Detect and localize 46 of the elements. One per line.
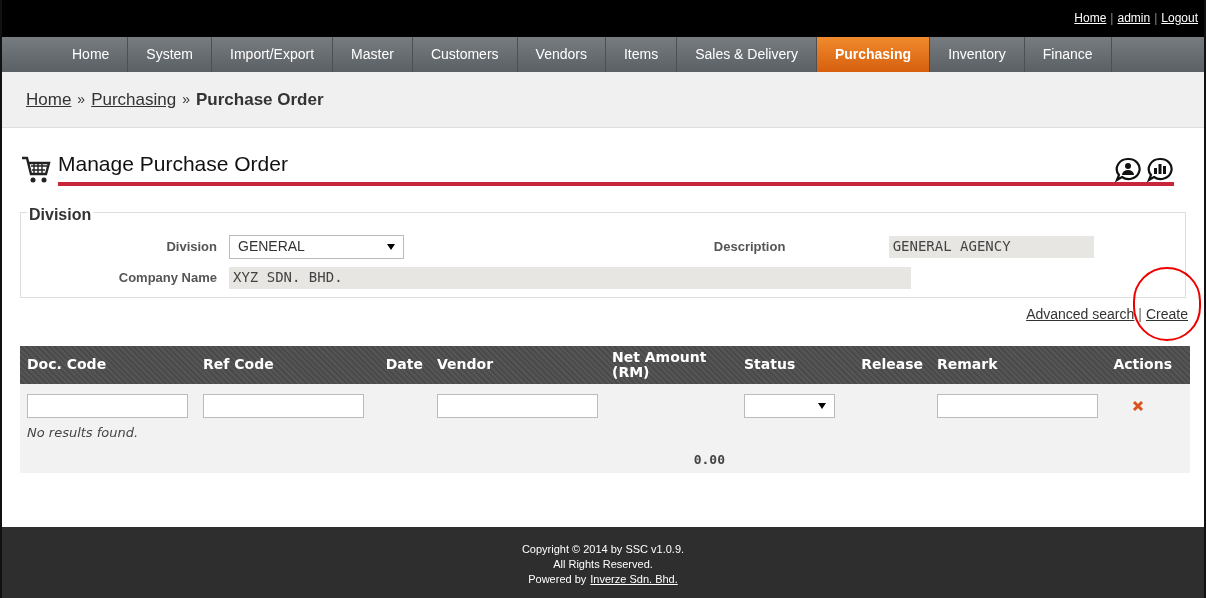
column-header: Actions — [1112, 357, 1173, 372]
filter-field[interactable] — [437, 393, 598, 418]
link-separator: | — [1110, 10, 1114, 27]
filter-field[interactable] — [203, 393, 364, 418]
footer-text: Powered by — [528, 572, 587, 587]
clear-filter-icon[interactable] — [1132, 399, 1144, 412]
field-label: Division — [165, 237, 217, 256]
empty-message: No results found. — [27, 423, 139, 442]
field-label: Description — [712, 237, 786, 256]
status-dropdown[interactable] — [744, 393, 835, 418]
column-header: Vendor — [436, 357, 495, 372]
breadcrumb-link[interactable]: Home — [26, 86, 72, 113]
action-link[interactable]: Advanced search — [1026, 304, 1135, 325]
top-link[interactable]: Home — [1074, 9, 1107, 27]
column-header: Date — [384, 357, 424, 372]
filter-field[interactable] — [937, 393, 1098, 418]
link-separator: | — [1154, 10, 1158, 27]
breadcrumb-separator: » — [182, 90, 190, 109]
chart-comment-icon[interactable] — [1146, 155, 1174, 184]
user-comment-icon[interactable] — [1114, 155, 1142, 184]
column-header: Status — [743, 357, 797, 372]
dropdown-arrow-icon — [818, 402, 826, 409]
column-header: Doc. Code — [26, 357, 108, 372]
link-separator: | — [1138, 305, 1142, 324]
readonly-field: XYZ SDN. BHD. — [229, 266, 911, 289]
column-header: Release — [860, 357, 924, 372]
column-header: Net Amount (RM) — [611, 349, 708, 380]
division-dropdown[interactable]: GENERAL — [229, 234, 404, 259]
footer-text: All Rights Reserved. — [553, 557, 653, 572]
breadcrumb-separator: » — [77, 90, 86, 109]
nav-tab[interactable]: Purchasing — [816, 37, 931, 72]
footer-link[interactable]: Inverze Sdn. Bhd. — [590, 572, 678, 587]
page-title: Manage Purchase Order — [58, 151, 288, 177]
field-label: Company Name — [117, 268, 217, 287]
total-amount: 0.00 — [692, 451, 726, 470]
filter-field[interactable] — [27, 393, 188, 418]
readonly-field: GENERAL AGENCY — [888, 235, 1094, 258]
column-header: Remark — [936, 357, 999, 372]
top-link[interactable]: admin — [1117, 9, 1151, 27]
footer-text: Copyright © 2014 by SSC v1.0.9. — [521, 542, 685, 557]
breadcrumb-current: Purchase Order — [196, 88, 324, 111]
top-link[interactable]: Logout — [1161, 9, 1198, 27]
action-link[interactable]: Create — [1145, 304, 1188, 325]
breadcrumb-link[interactable]: Purchasing — [91, 86, 177, 113]
column-header: Ref Code — [202, 357, 275, 372]
dropdown-arrow-icon — [387, 243, 395, 250]
